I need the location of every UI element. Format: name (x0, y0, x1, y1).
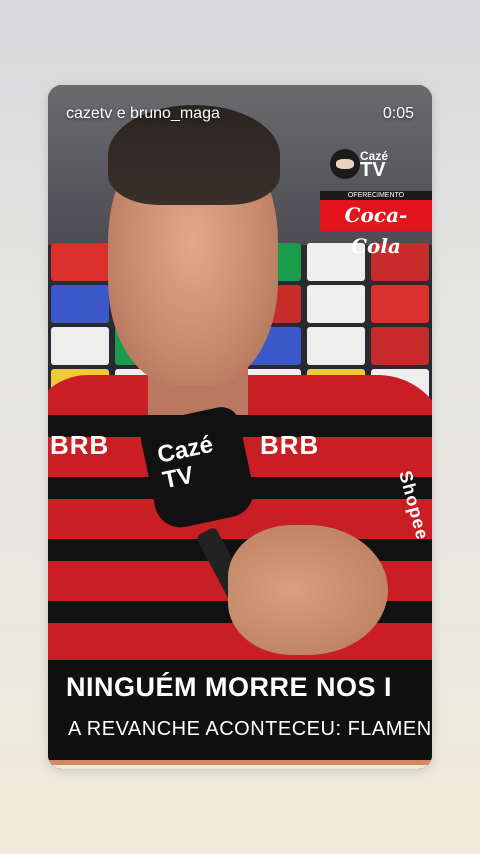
caption-subtitle: A REVANCHE ACONTECEU: FLAMEN (68, 718, 432, 740)
story-card[interactable]: BRB BRB Shopee Cazé TV Cazé TV OFERECIME… (48, 85, 432, 769)
hand (228, 525, 388, 655)
cazetv-logo: Cazé TV (330, 149, 396, 183)
sponsor-label: OFERECIMENTO (320, 191, 432, 200)
sponsor-badge: OFERECIMENTO Coca-Cola (320, 191, 432, 258)
card-bottom-edge (48, 765, 432, 769)
story-author[interactable]: cazetv e bruno_maga (66, 105, 220, 123)
caption-banner: NINGUÉM MORRE NOS I A REVANCHE ACONTECEU… (48, 660, 432, 760)
jersey-sponsor-left: BRB (50, 430, 110, 460)
cazetv-mascot-icon (330, 149, 360, 179)
logo-tv: TV (360, 159, 386, 181)
jersey-sponsor-right: BRB (260, 430, 320, 460)
video-frame[interactable]: BRB BRB Shopee Cazé TV Cazé TV OFERECIME… (48, 85, 432, 660)
caption-title: NINGUÉM MORRE NOS I (66, 672, 393, 702)
story-header: cazetv e bruno_maga 0:05 (66, 105, 414, 123)
story-time: 0:05 (382, 105, 414, 122)
coca-cola-logo: Coca-Cola (320, 200, 432, 258)
